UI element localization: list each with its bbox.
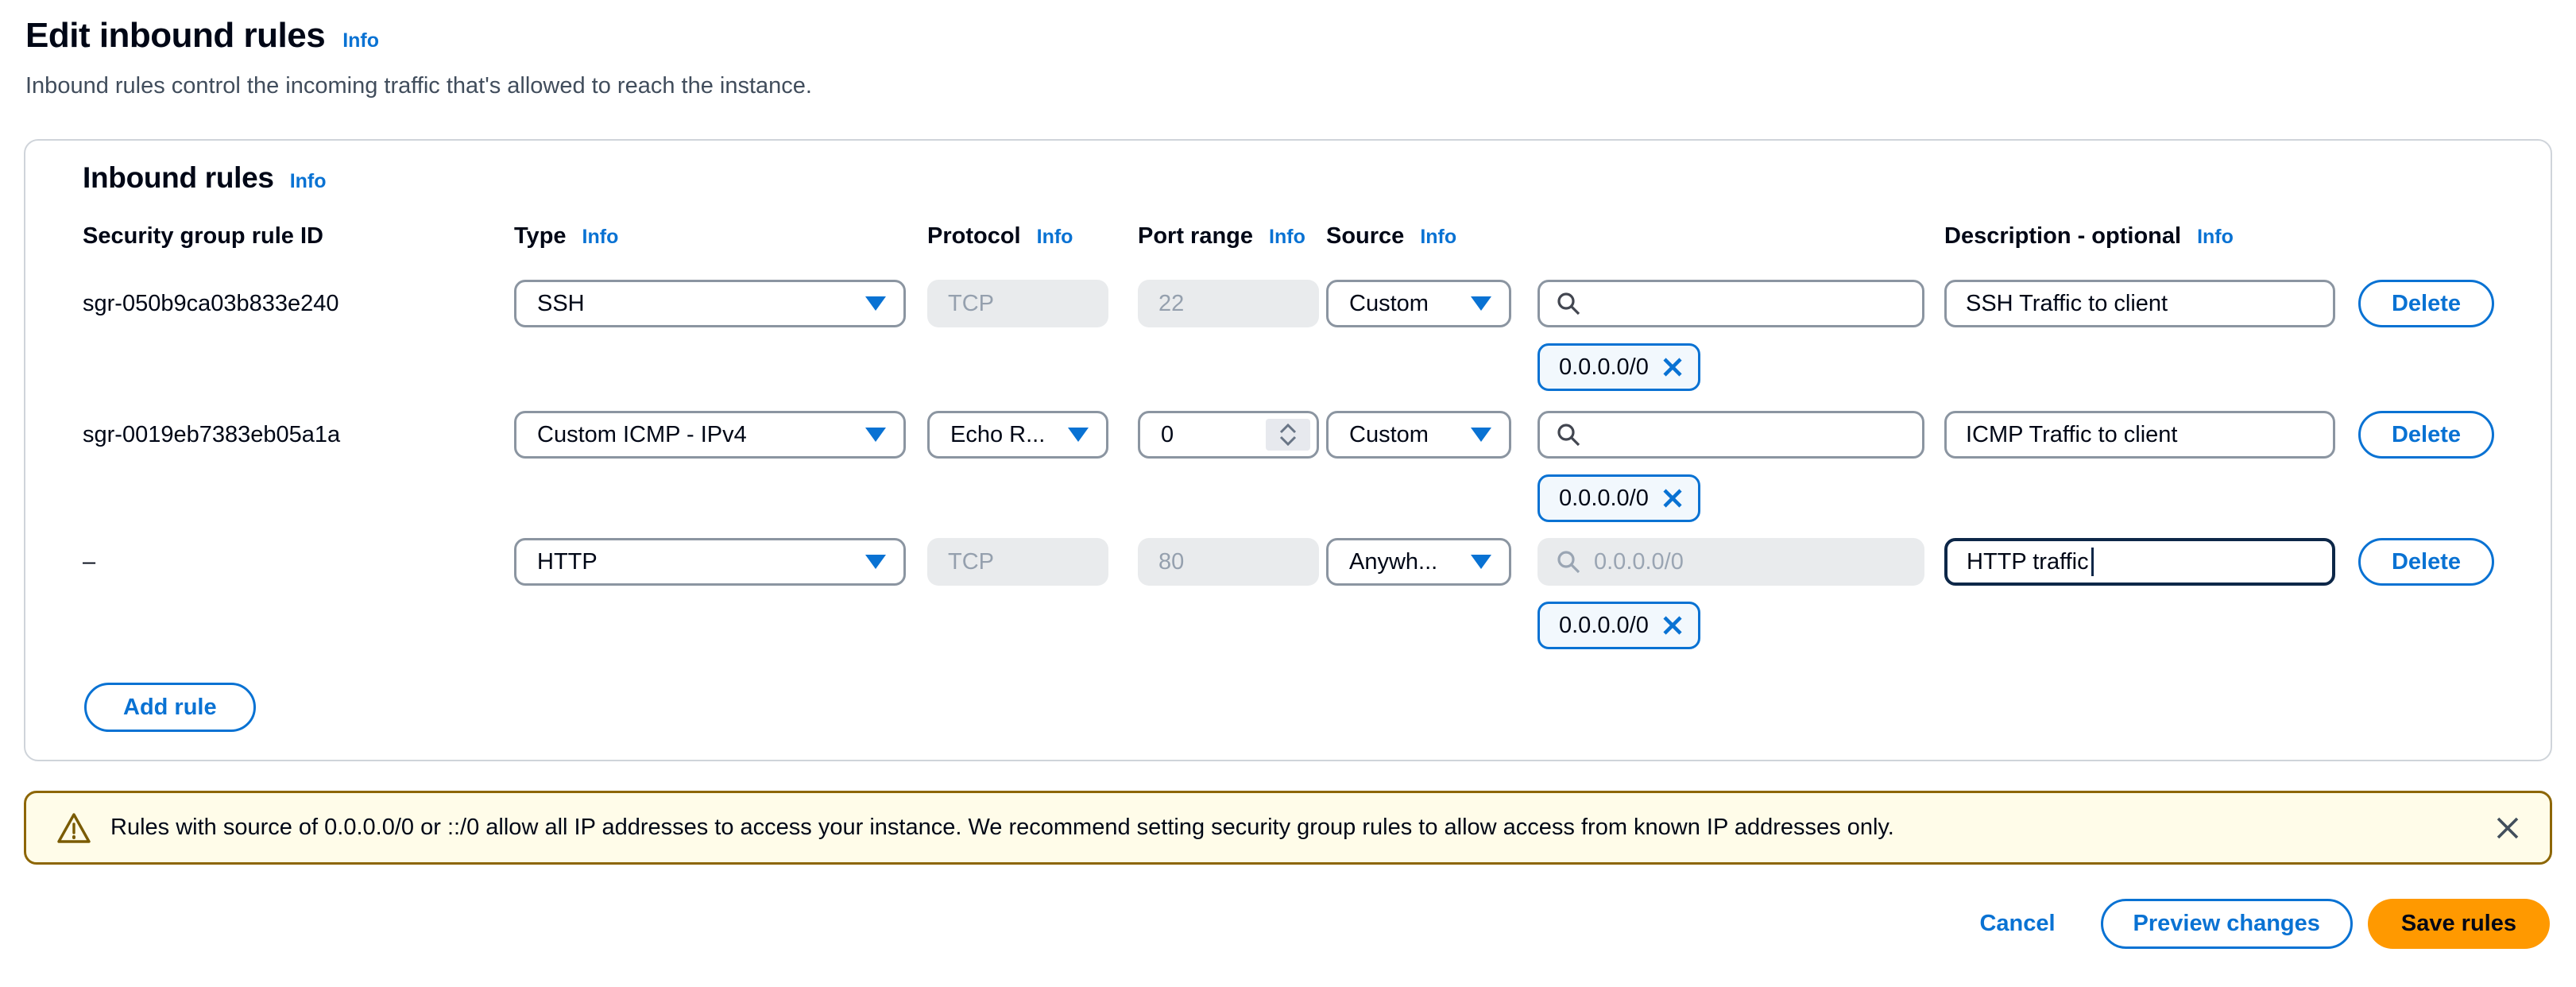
- chevron-down-icon: [1471, 428, 1491, 442]
- source-cidr-chip[interactable]: 0.0.0.0/0: [1537, 343, 1700, 391]
- type-info-link[interactable]: Info: [582, 226, 619, 249]
- warning-icon: [56, 811, 91, 845]
- protocol-field: TCP: [927, 280, 1108, 327]
- col-header-source: Source: [1326, 223, 1404, 250]
- add-rule-button[interactable]: Add rule: [84, 683, 256, 732]
- remove-chip-icon[interactable]: [1661, 356, 1684, 378]
- type-select[interactable]: SSH: [514, 280, 906, 327]
- chevron-down-icon: [1068, 428, 1089, 442]
- save-rules-button[interactable]: Save rules: [2368, 899, 2550, 949]
- cancel-button[interactable]: Cancel: [1979, 911, 2055, 937]
- chevron-up-icon: [1279, 424, 1297, 434]
- chevron-down-icon: [865, 296, 886, 311]
- port-range-field: 22: [1138, 280, 1319, 327]
- source-search-input-disabled: 0.0.0.0/0: [1537, 538, 1924, 586]
- inbound-rules-panel: Inbound rules Info Security group rule I…: [24, 139, 2552, 761]
- rule-id: –: [83, 538, 514, 575]
- delete-rule-button[interactable]: Delete: [2358, 411, 2494, 459]
- col-header-protocol: Protocol: [927, 223, 1021, 250]
- source-info-link[interactable]: Info: [1420, 226, 1456, 249]
- search-icon: [1556, 291, 1581, 316]
- protocol-select[interactable]: Echo R...: [927, 411, 1108, 459]
- source-search-placeholder: 0.0.0.0/0: [1594, 549, 1684, 575]
- port-range-field: 80: [1138, 538, 1319, 586]
- chevron-down-icon: [1279, 435, 1297, 446]
- col-header-rule-id: Security group rule ID: [83, 223, 323, 250]
- chevron-down-icon: [865, 555, 886, 569]
- rule-row-icmp: sgr-0019eb7383eb05a1a Custom ICMP - IPv4…: [25, 411, 2551, 522]
- col-header-description: Description - optional: [1944, 223, 2181, 250]
- source-search-input[interactable]: [1537, 411, 1924, 459]
- close-icon[interactable]: [2494, 815, 2521, 842]
- source-cidr-chip[interactable]: 0.0.0.0/0: [1537, 474, 1700, 522]
- delete-rule-button[interactable]: Delete: [2358, 280, 2494, 327]
- chevron-down-icon: [1471, 296, 1491, 311]
- footer-actions: Cancel Preview changes Save rules: [1979, 899, 2550, 949]
- source-mode-select[interactable]: Anywh...: [1326, 538, 1511, 586]
- page-title: Edit inbound rules: [25, 16, 325, 56]
- description-input-focused[interactable]: HTTP traffic: [1944, 538, 2335, 586]
- page-header: Edit inbound rules Info Inbound rules co…: [25, 16, 812, 99]
- col-header-type: Type: [514, 223, 567, 250]
- source-cidr-chip[interactable]: 0.0.0.0/0: [1537, 602, 1700, 649]
- panel-title-info-link[interactable]: Info: [290, 170, 327, 193]
- search-icon: [1556, 422, 1581, 447]
- description-info-link[interactable]: Info: [2197, 226, 2234, 249]
- source-search-input[interactable]: [1537, 280, 1924, 327]
- chevron-down-icon: [1471, 555, 1491, 569]
- port-range-info-link[interactable]: Info: [1269, 226, 1305, 249]
- rule-id: sgr-050b9ca03b833e240: [83, 280, 514, 317]
- rule-row-ssh: sgr-050b9ca03b833e240 SSH TCP 22 Custom: [25, 280, 2551, 391]
- col-header-port-range: Port range: [1138, 223, 1253, 250]
- warning-banner: Rules with source of 0.0.0.0/0 or ::/0 a…: [24, 791, 2552, 865]
- type-select[interactable]: HTTP: [514, 538, 906, 586]
- text-cursor: [2091, 548, 2094, 576]
- warning-text: Rules with source of 0.0.0.0/0 or ::/0 a…: [110, 815, 2475, 841]
- remove-chip-icon[interactable]: [1661, 487, 1684, 509]
- source-mode-select[interactable]: Custom: [1326, 411, 1511, 459]
- protocol-field: TCP: [927, 538, 1108, 586]
- protocol-info-link[interactable]: Info: [1037, 226, 1073, 249]
- rule-row-http: – HTTP TCP 80 Anywh...: [25, 538, 2551, 649]
- stepper-arrows[interactable]: [1266, 419, 1310, 451]
- delete-rule-button[interactable]: Delete: [2358, 538, 2494, 586]
- source-mode-select[interactable]: Custom: [1326, 280, 1511, 327]
- type-select[interactable]: Custom ICMP - IPv4: [514, 411, 906, 459]
- preview-changes-button[interactable]: Preview changes: [2101, 899, 2353, 949]
- port-range-stepper[interactable]: 0: [1138, 411, 1319, 459]
- column-headers: Security group rule ID Type Info Protoco…: [25, 223, 2551, 250]
- chevron-down-icon: [865, 428, 886, 442]
- page-title-info-link[interactable]: Info: [342, 29, 379, 52]
- rule-id: sgr-0019eb7383eb05a1a: [83, 411, 514, 448]
- remove-chip-icon[interactable]: [1661, 614, 1684, 637]
- panel-title: Inbound rules: [83, 161, 274, 195]
- search-icon: [1556, 549, 1581, 575]
- description-input[interactable]: SSH Traffic to client: [1944, 280, 2335, 327]
- page-subtitle: Inbound rules control the incoming traff…: [25, 73, 812, 99]
- description-input[interactable]: ICMP Traffic to client: [1944, 411, 2335, 459]
